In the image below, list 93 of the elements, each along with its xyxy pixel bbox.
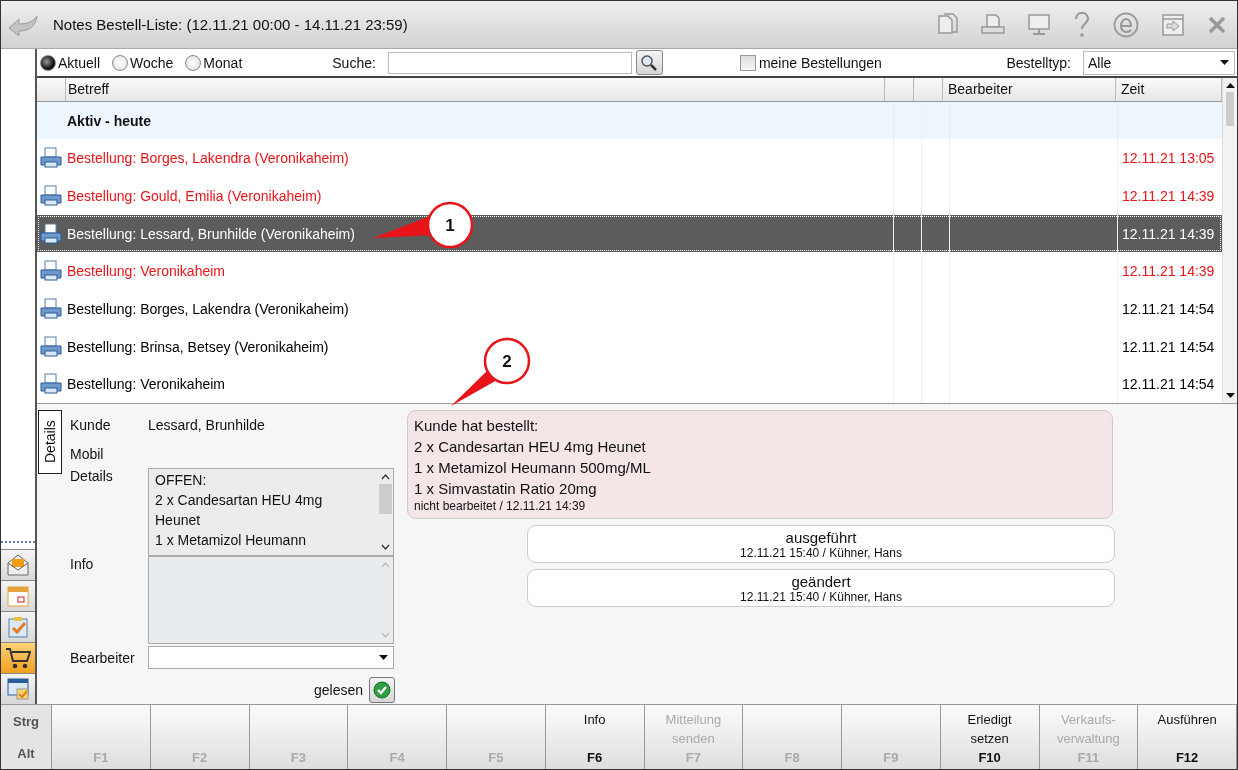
calendar-icon[interactable] xyxy=(6,584,30,608)
search-button[interactable] xyxy=(635,50,663,75)
monitor-icon[interactable] xyxy=(1027,12,1051,37)
exit-icon[interactable] xyxy=(1161,12,1185,37)
scroll-down-icon[interactable] xyxy=(381,544,390,550)
field-label: Kunde xyxy=(70,416,112,433)
group-header: Aktiv - heute xyxy=(67,112,151,129)
message-line: 2 x Candesartan HEU 4mg Heunet xyxy=(414,437,647,457)
event-title: ausgeführt xyxy=(785,529,857,546)
event-meta: 12.11.21 15:40 / Kühner, Hans xyxy=(740,590,902,604)
printer-order-icon xyxy=(40,373,62,396)
scroll-up-icon[interactable] xyxy=(1225,83,1235,88)
function-key-button[interactable]: Info F6 xyxy=(545,705,645,769)
dropdown-arrow-icon xyxy=(1220,60,1229,65)
order-subject: Bestellung: Borges, Lakendra (Veronikaheim) xyxy=(67,150,349,167)
cart-icon[interactable] xyxy=(5,646,31,670)
editor-dropdown[interactable] xyxy=(148,646,394,669)
function-key-button[interactable]: Ausführen F12 xyxy=(1138,705,1237,769)
envelope-icon[interactable] xyxy=(6,553,30,577)
order-subject: Bestellung: Veronikaheim xyxy=(67,263,225,280)
message-line: 1 x Metamizol Heumann 500mg/ML xyxy=(414,458,652,478)
search-label: Suche: xyxy=(332,54,376,71)
order-time: 12.11.21 14:39 xyxy=(1122,263,1215,280)
copy-icon[interactable] xyxy=(937,12,959,37)
order-subject: Bestellung: Brinsa, Betsey (Veronikaheim) xyxy=(67,338,329,355)
search-icon xyxy=(640,53,659,72)
details-textarea[interactable]: OFFEN: 2 x Candesartan HEU 4mg Heunet 1 x Metamizol Heumann xyxy=(148,468,394,556)
event-title: geändert xyxy=(791,573,851,590)
message-line: Kunde hat bestellt: xyxy=(414,416,540,436)
printer-order-icon xyxy=(40,184,62,207)
field-label: Mobil xyxy=(70,445,105,462)
details-line: OFFEN: xyxy=(155,471,208,490)
modifier-label: Alt xyxy=(17,745,35,761)
order-subject: Bestellung: Veronikaheim xyxy=(67,376,225,393)
message-meta: nicht bearbeitet / 12.11.21 14:39 xyxy=(414,499,587,514)
message-line: 1 x Simvastatin Ratio 20mg xyxy=(414,479,598,499)
order-time: 12.11.21 14:54 xyxy=(1122,300,1215,317)
period-radio[interactable]: Aktuell xyxy=(40,54,101,71)
e-circle-icon[interactable] xyxy=(1113,11,1139,38)
printer-icon[interactable] xyxy=(981,12,1005,37)
column-header[interactable]: Betreff xyxy=(66,78,885,101)
scrollbar[interactable] xyxy=(1222,78,1237,403)
column-header[interactable] xyxy=(885,78,914,101)
details-line: Heunet xyxy=(155,511,202,530)
check-icon xyxy=(373,680,391,699)
printer-order-icon xyxy=(40,335,62,358)
search-field[interactable] xyxy=(387,51,632,74)
order-time: 12.11.21 14:39 xyxy=(1122,187,1215,204)
read-button[interactable] xyxy=(369,676,395,703)
field-label: Details xyxy=(70,468,114,484)
help-icon[interactable] xyxy=(1073,11,1091,38)
back-icon[interactable] xyxy=(7,13,39,36)
period-radio[interactable]: Woche xyxy=(112,54,174,71)
my-orders-checkbox[interactable]: meine Bestellungen xyxy=(739,54,882,71)
order-row[interactable]: Bestellung: Veronikaheim 12.11.21 14:39 xyxy=(37,252,1222,291)
printer-order-icon xyxy=(40,260,62,283)
order-time: 12.11.21 14:54 xyxy=(1122,338,1215,355)
read-label: gelesen xyxy=(313,681,363,698)
order-type-label: Bestelltyp: xyxy=(1006,54,1071,71)
close-icon[interactable] xyxy=(1207,14,1227,35)
order-time: 12.11.21 13:05 xyxy=(1122,150,1215,167)
scroll-down-icon[interactable] xyxy=(1225,393,1235,398)
order-subject: Bestellung: Lessard, Brunhilde (Veronikaheim) xyxy=(67,225,355,242)
customer-name: Lessard, Brunhilde xyxy=(148,416,265,433)
order-type-dropdown[interactable]: Alle xyxy=(1083,50,1235,75)
function-key-button[interactable]: Erledigt setzen F10 xyxy=(940,705,1040,769)
printer-order-icon xyxy=(40,222,62,245)
printer-order-icon xyxy=(40,297,62,320)
order-time: 12.11.21 14:54 xyxy=(1122,376,1215,393)
order-subject: Bestellung: Gould, Emilia (Veronikaheim) xyxy=(67,187,322,204)
event-meta: 12.11.21 15:40 / Kühner, Hans xyxy=(740,546,902,560)
column-header[interactable]: Bearbeiter xyxy=(943,78,1116,101)
field-label: Info xyxy=(70,555,95,572)
details-line: 2 x Candesartan HEU 4mg xyxy=(155,491,324,510)
scroll-thumb[interactable] xyxy=(1226,92,1234,126)
scroll-thumb[interactable] xyxy=(379,484,392,514)
modifier-label: Strg xyxy=(13,713,39,729)
scroll-up-icon[interactable] xyxy=(381,474,390,480)
order-time: 12.11.21 14:39 xyxy=(1122,225,1215,242)
callout-number: 1 xyxy=(445,216,455,235)
window-check-icon[interactable] xyxy=(6,677,30,701)
details-line: 1 x Metamizol Heumann xyxy=(155,531,307,550)
order-row[interactable]: Bestellung: Borges, Lakendra (Veronikaheim) 12.11.21 13:05 xyxy=(37,139,1222,178)
column-header[interactable] xyxy=(914,78,943,101)
dropdown-arrow-icon xyxy=(379,655,388,660)
field-label: Bearbeiter xyxy=(70,649,136,666)
order-row[interactable]: Bestellung: Borges, Lakendra (Veronikaheim) 12.11.21 14:54 xyxy=(37,290,1222,328)
period-radio[interactable]: Monat xyxy=(185,54,243,71)
details-tab[interactable]: Details xyxy=(38,410,62,474)
printer-order-icon xyxy=(40,147,62,170)
order-subject: Bestellung: Borges, Lakendra (Veronikaheim) xyxy=(67,300,349,317)
window-title: Notes Bestell-Liste: (12.11.21 00:00 - 14.11.21 23:59) xyxy=(53,16,408,33)
clipboard-check-icon[interactable] xyxy=(6,615,30,639)
